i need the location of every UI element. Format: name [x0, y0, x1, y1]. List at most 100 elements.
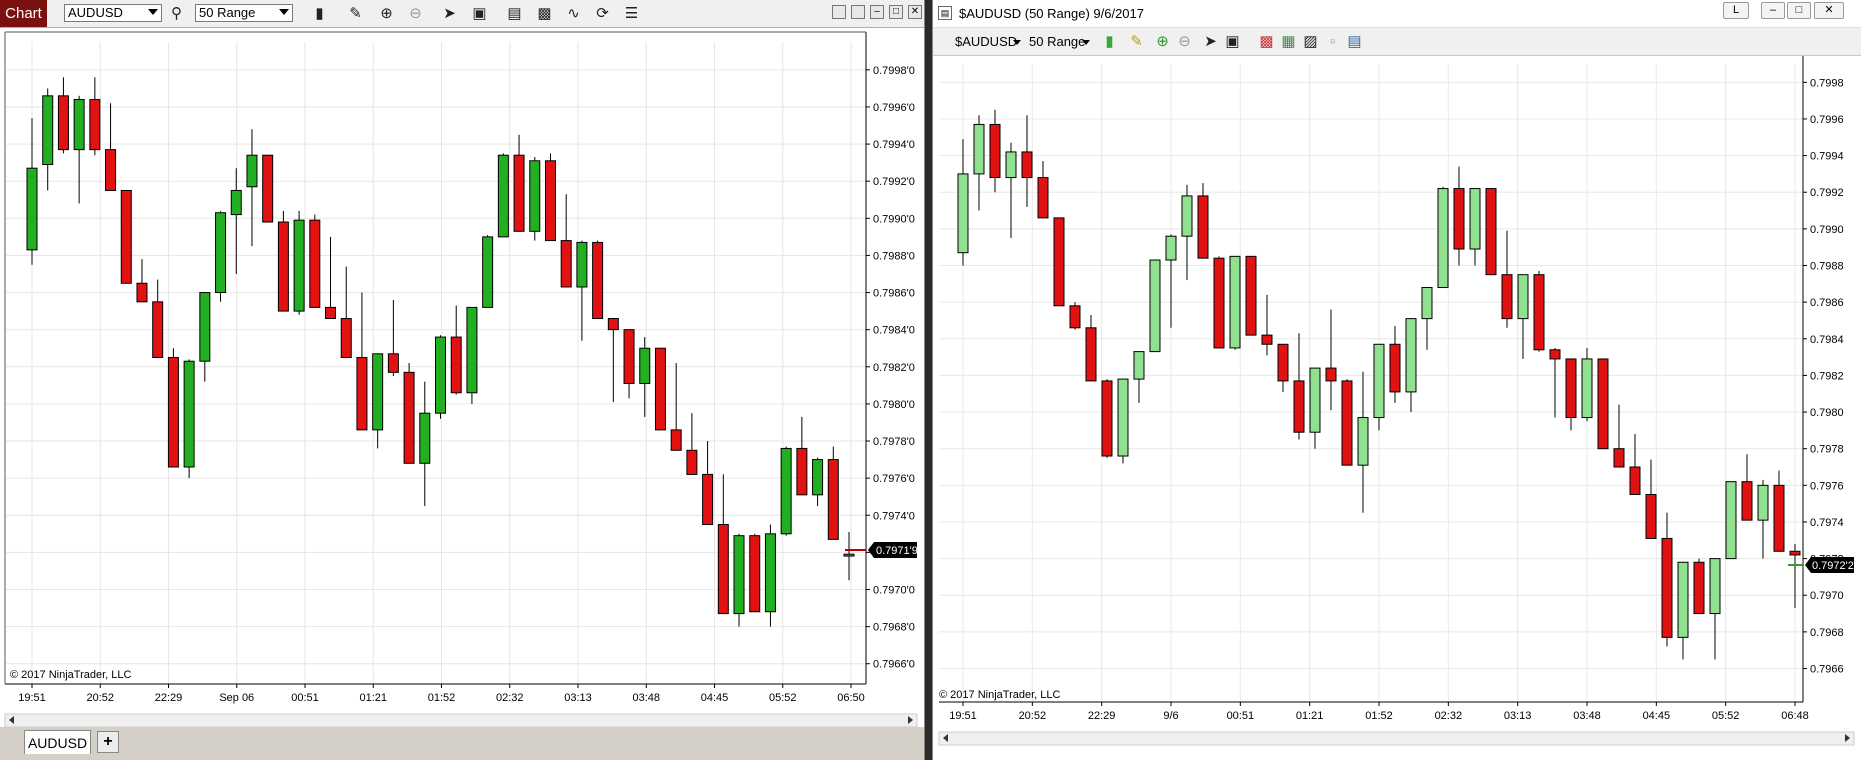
candle-body	[1741, 481, 1753, 521]
candle-body	[450, 336, 462, 394]
candle-body	[1693, 561, 1705, 615]
candle-body	[199, 292, 211, 362]
pointer-icon[interactable]: ➤	[440, 4, 459, 23]
candle	[183, 359, 195, 479]
candle-body	[1757, 484, 1769, 521]
candle-body	[1581, 358, 1593, 419]
properties-icon[interactable]: ▤	[505, 4, 524, 23]
zoom-in-icon[interactable]: ⊕	[1153, 32, 1172, 51]
data-box-icon[interactable]: ▣	[1223, 32, 1242, 51]
candle	[544, 153, 556, 242]
link-button[interactable]: L	[1723, 2, 1749, 19]
y-tick-label: 0.7976	[1810, 480, 1844, 492]
bar-style-icon[interactable]: ▮	[1100, 32, 1119, 51]
candle-body	[1421, 286, 1433, 320]
y-tick-label: 0.7994	[1810, 151, 1844, 163]
close-button[interactable]: ✕	[908, 5, 922, 19]
search-icon[interactable]: ⚲	[167, 4, 186, 23]
zoom-out-icon[interactable]: ⊖	[1175, 32, 1194, 51]
candle	[293, 210, 305, 315]
x-tick-label: 01:52	[428, 692, 456, 704]
list-icon[interactable]: ☰	[622, 4, 641, 23]
left-price-chart[interactable]: 0.7998'0 0.7996'0 0.7994'0 0.7992'0 0.7990'0…	[0, 28, 925, 727]
indicators-icon[interactable]: ▦	[1279, 32, 1298, 51]
candle-body	[1357, 417, 1369, 466]
indicators-icon[interactable]: ∿	[564, 4, 583, 23]
tab-audusd[interactable]: AUDUSD	[24, 730, 91, 754]
candle-body	[340, 318, 352, 358]
candle	[482, 235, 494, 308]
properties-icon[interactable]: ▤	[1345, 32, 1364, 51]
minimize-button[interactable]: –	[1761, 2, 1785, 19]
right-horizontal-scrollbar[interactable]	[938, 731, 1855, 746]
chart-trader-icon[interactable]: ▨	[1301, 32, 1320, 51]
zoom-in-icon[interactable]: ⊕	[377, 4, 396, 23]
instrument-selector[interactable]: AUDUSD	[64, 4, 162, 22]
candle	[1725, 481, 1737, 560]
maximize-button[interactable]: □	[1787, 2, 1811, 19]
x-tick-label: 20:52	[1019, 710, 1047, 722]
chart-menu-button[interactable]: Chart	[0, 0, 47, 27]
window-divider	[925, 0, 932, 760]
reload-icon[interactable]: ⟳	[593, 4, 612, 23]
add-tab-button[interactable]: +	[97, 731, 119, 753]
y-tick-label: 0.7978'0	[873, 436, 915, 448]
y-tick-label: 0.7982	[1810, 370, 1844, 382]
candle	[1101, 379, 1113, 458]
instrument-selector[interactable]: $AUDUSD	[955, 34, 1017, 49]
candle	[1693, 558, 1705, 615]
candle-body	[796, 447, 808, 496]
interval-selector[interactable]: 50 Range	[1029, 34, 1085, 49]
y-tick-label: 0.7966'0	[873, 659, 915, 671]
restore-tile-button[interactable]	[851, 5, 865, 19]
right-price-chart[interactable]: 0.7998 0.7996 0.7994 0.7992 0.7990 0.7988 0.79…	[933, 56, 1861, 760]
candle	[529, 157, 541, 241]
candle-body	[309, 219, 321, 308]
candle-body	[544, 160, 556, 242]
x-tick-label: 06:50	[837, 692, 865, 704]
candle-body	[325, 306, 337, 320]
candle-body	[1597, 358, 1609, 450]
candle-body	[749, 535, 761, 613]
candle	[1533, 271, 1545, 352]
candle	[466, 306, 478, 404]
candle	[1341, 379, 1353, 466]
right-toolbar: $AUDUSD 50 Range ▮ ✎ ⊕ ⊖ ➤ ▣ ▩ ▦ ▨ ▫ ▤	[933, 28, 1861, 56]
candle-body	[167, 357, 179, 468]
pencil-icon[interactable]: ✎	[346, 4, 365, 23]
left-tab-strip: AUDUSD +	[0, 727, 924, 760]
candle-body	[686, 449, 698, 475]
left-horizontal-scrollbar[interactable]	[4, 713, 918, 727]
candle-body	[387, 353, 399, 373]
strategy-icon[interactable]: ▩	[535, 4, 554, 23]
y-tick-label: 0.7990'0	[873, 213, 915, 225]
tile-button[interactable]	[832, 5, 846, 19]
bar-style-icon[interactable]: ▮	[310, 4, 329, 23]
y-tick-label: 0.7988'0	[873, 250, 915, 262]
interval-selector[interactable]: 50 Range	[195, 4, 293, 22]
strategy-icon[interactable]: ▩	[1257, 32, 1276, 51]
candle-body	[1373, 343, 1385, 419]
close-button[interactable]: ✕	[1814, 2, 1844, 19]
y-tick-label: 0.7998	[1810, 77, 1844, 89]
zoom-out-icon[interactable]: ⊖	[406, 4, 425, 23]
candle-body	[1117, 378, 1129, 457]
candle-body	[1197, 195, 1209, 259]
x-tick-label: 01:21	[359, 692, 387, 704]
candle	[1581, 347, 1593, 422]
templates-icon[interactable]: ▫	[1323, 32, 1342, 51]
candle-body	[1677, 561, 1689, 638]
candle-body	[560, 240, 572, 288]
y-tick-label: 0.7982'0	[873, 362, 915, 374]
candle-body	[356, 357, 368, 431]
minimize-button[interactable]: –	[870, 5, 884, 19]
interval-value: 50 Range	[199, 5, 256, 20]
y-tick-label: 0.7974	[1810, 517, 1844, 529]
data-box-icon[interactable]: ▣	[470, 4, 489, 23]
maximize-button[interactable]: □	[889, 5, 903, 19]
pointer-icon[interactable]: ➤	[1201, 32, 1220, 51]
candle	[1437, 186, 1449, 288]
pencil-icon[interactable]: ✎	[1127, 32, 1146, 51]
candle-body	[1181, 195, 1193, 237]
candle-body	[1709, 558, 1721, 615]
